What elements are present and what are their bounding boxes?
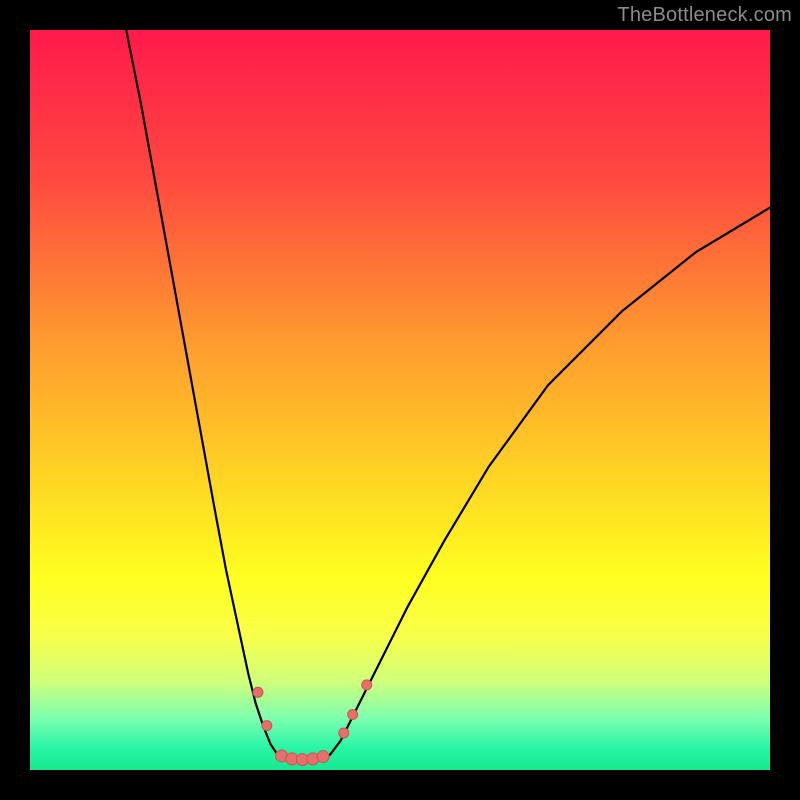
chart-svg: [30, 30, 770, 770]
data-marker: [262, 721, 272, 731]
data-marker: [339, 728, 349, 738]
outer-frame: TheBottleneck.com: [0, 0, 800, 800]
data-marker: [253, 687, 263, 697]
watermark-text: TheBottleneck.com: [617, 4, 792, 27]
data-marker: [317, 751, 329, 763]
data-marker: [348, 710, 358, 720]
curve-right: [330, 208, 770, 756]
curve-left: [126, 30, 278, 755]
data-marker: [362, 680, 372, 690]
marker-group: [253, 680, 372, 766]
